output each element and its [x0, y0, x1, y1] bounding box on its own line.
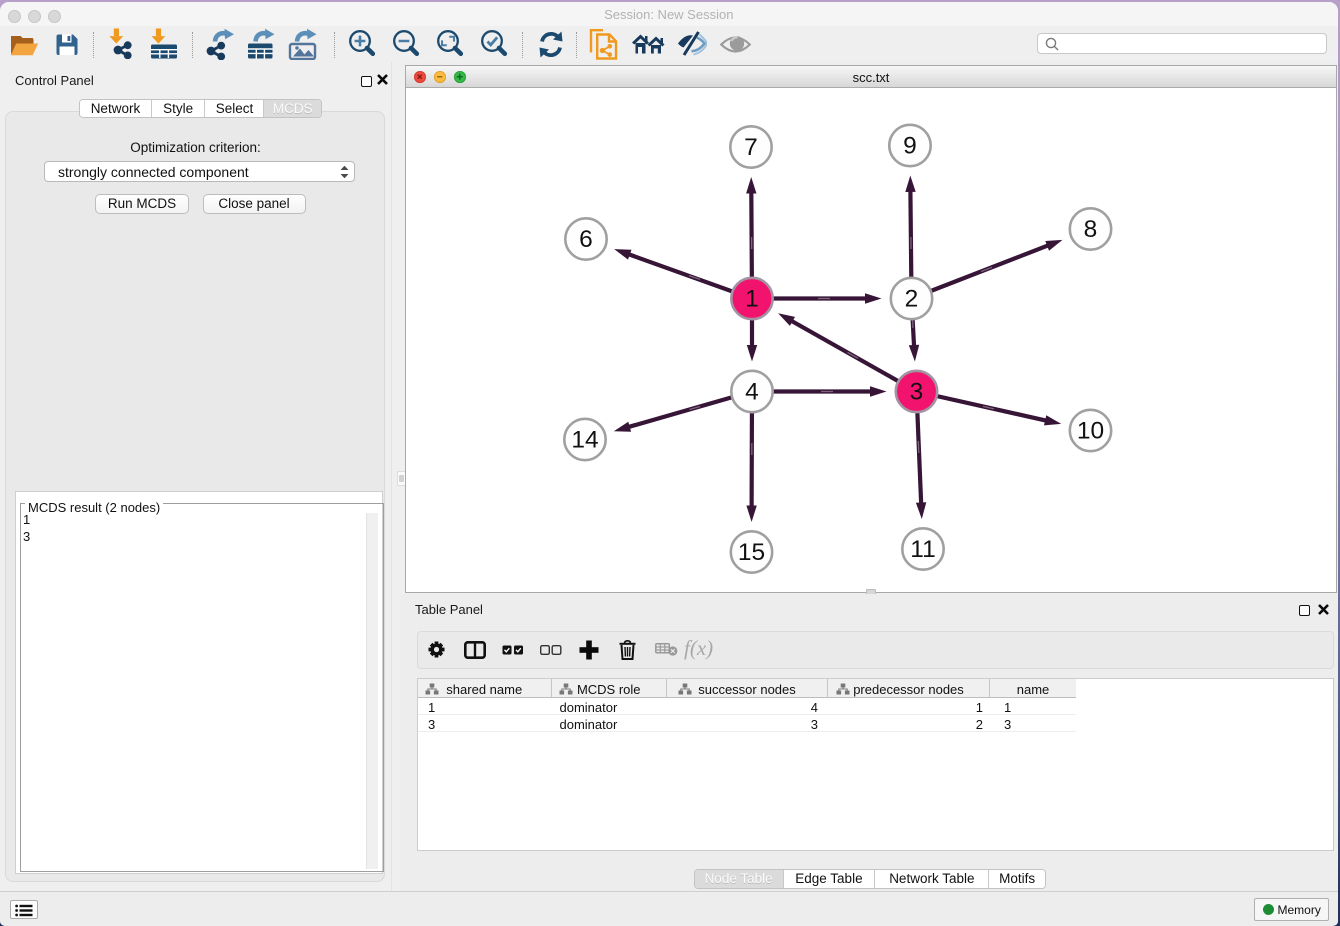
svg-text:7: 7	[744, 134, 758, 161]
svg-text:2: 2	[905, 286, 919, 313]
svg-text:15: 15	[738, 539, 765, 566]
svg-text:11: 11	[910, 536, 935, 563]
svg-text:10: 10	[1077, 418, 1104, 445]
svg-text:14: 14	[571, 427, 598, 454]
svg-text:1: 1	[745, 286, 759, 313]
svg-text:4: 4	[745, 379, 759, 406]
svg-text:6: 6	[579, 226, 593, 253]
svg-text:3: 3	[910, 379, 924, 406]
svg-text:8: 8	[1084, 216, 1098, 243]
svg-text:9: 9	[903, 133, 917, 160]
